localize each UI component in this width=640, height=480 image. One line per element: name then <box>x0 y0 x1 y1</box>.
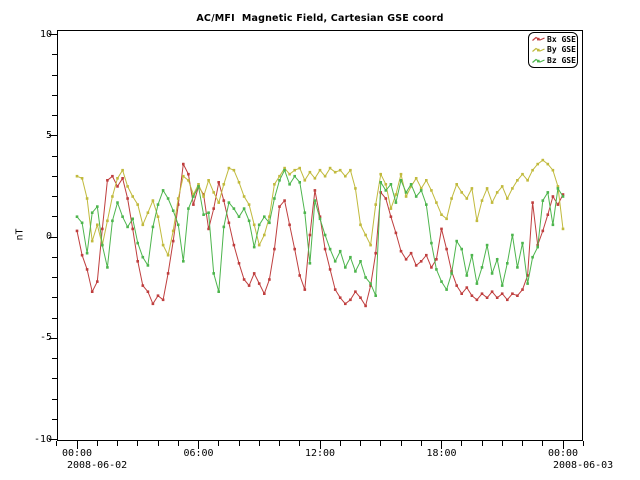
x-tick-label: 18:00 <box>422 448 462 459</box>
x-minor-tick <box>380 441 381 446</box>
x-minor-tick <box>401 441 402 446</box>
series-by-gse <box>76 159 565 257</box>
y-minor-tick <box>52 419 57 420</box>
y-minor-tick <box>52 176 57 177</box>
x-minor-tick <box>542 441 543 446</box>
x-minor-tick <box>158 441 159 446</box>
y-tick-label: -5 <box>16 332 52 343</box>
y-tick-label: -10 <box>16 434 52 445</box>
x-minor-tick <box>421 441 422 446</box>
x-minor-tick <box>117 441 118 446</box>
x-minor-tick <box>461 441 462 446</box>
x-minor-tick <box>299 441 300 446</box>
x-minor-tick <box>279 441 280 446</box>
x-minor-tick <box>56 441 57 446</box>
x-tick-label: 06:00 <box>179 448 219 459</box>
x-minor-tick <box>482 441 483 446</box>
plot-window: AC/MFI Magnetic Field, Cartesian GSE coo… <box>0 0 640 480</box>
legend-item: Bz GSE <box>532 56 577 65</box>
legend-item: Bx GSE <box>532 35 577 44</box>
y-minor-tick <box>52 399 57 400</box>
x-date-label: 2008-06-02 <box>67 460 127 471</box>
y-minor-tick <box>52 115 57 116</box>
legend-line-marker-icon <box>532 57 545 65</box>
y-tick-label: 0 <box>16 231 52 242</box>
y-minor-tick <box>52 297 57 298</box>
y-tick-label: 5 <box>16 130 52 141</box>
y-minor-tick <box>52 95 57 96</box>
y-minor-tick <box>52 277 57 278</box>
y-minor-tick <box>52 196 57 197</box>
x-minor-tick <box>340 441 341 446</box>
x-date-label: 2008-06-03 <box>553 460 613 471</box>
x-minor-tick <box>502 441 503 446</box>
y-minor-tick <box>52 257 57 258</box>
legend-item: By GSE <box>532 45 577 54</box>
legend-line-marker-icon <box>532 46 545 54</box>
series-bz-gse <box>76 169 565 297</box>
y-minor-tick <box>52 216 57 217</box>
x-tick-label: 00:00 <box>57 448 97 459</box>
x-minor-tick <box>583 441 584 446</box>
x-minor-tick <box>97 441 98 446</box>
x-minor-tick <box>137 441 138 446</box>
legend: Bx GSEBy GSE Bz GSE <box>528 32 578 68</box>
x-tick-label: 12:00 <box>300 448 340 459</box>
x-minor-tick <box>259 441 260 446</box>
y-tick-label: 10 <box>16 29 52 40</box>
chart-canvas <box>0 0 640 480</box>
x-minor-tick <box>178 441 179 446</box>
series-bx-gse <box>76 163 565 307</box>
x-minor-tick <box>218 441 219 446</box>
y-minor-tick <box>52 358 57 359</box>
y-minor-tick <box>52 318 57 319</box>
y-minor-tick <box>52 75 57 76</box>
legend-item-label: By GSE <box>547 45 576 54</box>
y-minor-tick <box>52 378 57 379</box>
y-minor-tick <box>52 156 57 157</box>
legend-item-label: Bx GSE <box>547 35 576 44</box>
x-minor-tick <box>239 441 240 446</box>
y-minor-tick <box>52 54 57 55</box>
x-tick-label: 00:00 <box>543 448 583 459</box>
x-minor-tick <box>360 441 361 446</box>
legend-item-label: Bz GSE <box>547 56 576 65</box>
x-minor-tick <box>522 441 523 446</box>
legend-line-marker-icon <box>532 35 545 43</box>
